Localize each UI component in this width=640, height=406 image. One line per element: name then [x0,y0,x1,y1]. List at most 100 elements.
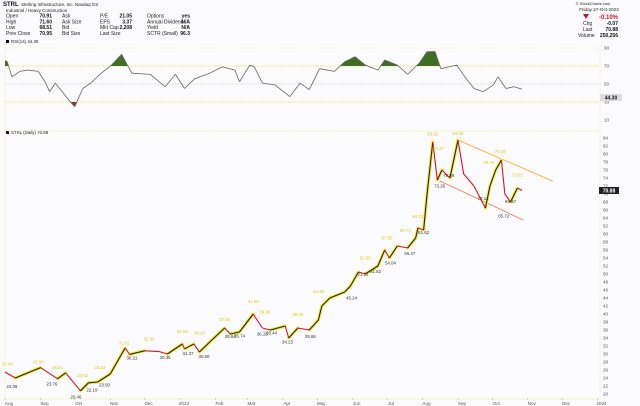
rsi-y-tick: 90 [604,46,610,51]
high-annotation: 26.89 [33,359,45,364]
low-annotation: 23.09 [6,384,18,389]
x-tick-label: Sep [458,401,467,406]
x-tick-label: Feb [215,401,223,406]
rsi-title: RSI(14) 44.30 [11,39,39,44]
x-tick-label: Jun [353,401,361,406]
low-annotation: 61.62 [418,230,430,235]
high-annotation: 76.76 [483,160,495,165]
low-annotation: 22.19 [86,388,98,393]
x-tick-label: Sep [40,401,49,406]
high-annotation: 57.85 [382,236,394,241]
low-annotation: 35.66 [305,334,317,339]
high-annotation: 84.06 [452,131,464,136]
low-annotation: 30.60 [199,354,211,359]
price-y-tick: 56 [603,248,609,253]
high-annotation: 39.39 [259,309,271,314]
price-y-tick: 80 [603,152,609,157]
price-y-tick: 44 [603,296,609,301]
price-y-tick: 48 [603,280,609,285]
price-y-tick: 30 [603,352,609,357]
high-annotation: 32.66 [144,336,156,341]
low-annotation: 23.50 [99,383,111,388]
low-annotation: 30.21 [126,356,138,361]
price-y-tick: 34 [603,336,609,341]
field-label: SCTR (Small) [147,31,178,37]
high-annotation: 25.51 [52,365,64,370]
low-annotation: 75.89 [443,173,455,178]
quote-date: Friday 27-Oct-2023 [579,7,619,12]
price-y-tick: 24 [603,376,609,381]
industry: Industrial / Heavy Construction [6,8,68,13]
low-annotation: 65.72 [498,214,510,219]
price-legend-icon [6,131,9,134]
price-y-tick: 46 [603,288,609,293]
x-tick-label: 2023 [179,401,190,406]
field-value: 96.3 [180,31,190,37]
low-annotation: 45.24 [346,296,358,301]
x-tick-label: Nov [110,401,119,406]
high-annotation: 37.50 [219,317,231,322]
price-y-tick: 66 [603,208,609,213]
price-y-tick: 38 [603,320,609,325]
rsi-y-tick: 50 [604,82,610,87]
x-tick-label: Aug [5,401,14,406]
x-tick-label: Apr [283,401,291,406]
low-annotation: 56.37 [404,251,416,256]
high-annotation: 79.49 [495,149,507,154]
high-annotation: 52.85 [360,256,372,261]
rsi-legend-icon [6,40,9,43]
x-tick-label: Aug [422,401,431,406]
field-value: 70.95 [39,31,52,37]
price-y-tick: 60 [603,232,609,237]
x-tick-label: Dec [144,401,153,406]
high-annotation: 34.10 [194,331,206,336]
x-tick-label: Dec [562,401,571,406]
price-y-tick: 76 [603,168,609,173]
low-annotation: 34.23 [282,340,294,345]
price-y-tick: 36 [603,328,609,333]
high-annotation: 26.40 [2,361,14,366]
rsi-y-tick: 10 [604,118,610,123]
low-annotation: 31.37 [183,351,195,356]
rsi-current-value: 44.30 [605,96,618,102]
volume-label: Volume [578,33,595,39]
low-annotation: 54.04 [385,260,397,265]
stock-chart: STRL Sterling Infrastructure, Inc. Nasda… [0,0,640,406]
rsi-y-tick: 70 [604,64,610,69]
low-annotation: 30.35 [160,355,172,360]
high-annotation: 63.23 [412,214,424,219]
price-current-value: 70.88 [603,189,616,195]
price-y-tick: 78 [603,160,609,165]
high-annotation: 59.74 [400,228,412,233]
x-tick-label: May [317,401,326,406]
price-y-tick: 58 [603,240,609,245]
price-y-tick: 52 [603,264,609,269]
high-annotation: 73.65 [512,172,524,177]
copyright: © StockCharts.com [576,1,611,6]
price-y-tick: 74 [603,176,609,181]
high-annotation: 23.52 [77,373,89,378]
price-y-tick: 42 [603,304,609,309]
x-tick-label: Oct [75,401,83,406]
price-y-tick: 40 [603,312,609,317]
high-annotation: 38.80 [292,312,304,317]
price-y-tick: 22 [603,384,609,389]
high-annotation: 31.62 [118,341,130,346]
chart-background [0,0,640,406]
x-tick-label: Mar [248,401,256,406]
price-y-tick: 54 [603,256,609,261]
price-y-tick: 68 [603,200,609,205]
x-tick-label: Jul [388,401,394,406]
company-name: Sterling Infrastructure, Inc. Nasdaq GS [21,2,98,7]
price-y-tick: 26 [603,368,609,373]
high-annotation: 44.48 [313,289,325,294]
volume-value: 250,256 [600,33,618,39]
x-tick-label: 2024 [596,401,607,406]
high-annotation: 25.52 [94,365,106,370]
field-label: Bid Size [62,31,81,37]
low-annotation: 51.82 [370,269,382,274]
price-y-tick: 84 [603,136,609,141]
low-annotation: 70.14 [478,196,490,201]
price-y-tick: 28 [603,360,609,365]
price-y-tick: 20 [603,392,609,397]
